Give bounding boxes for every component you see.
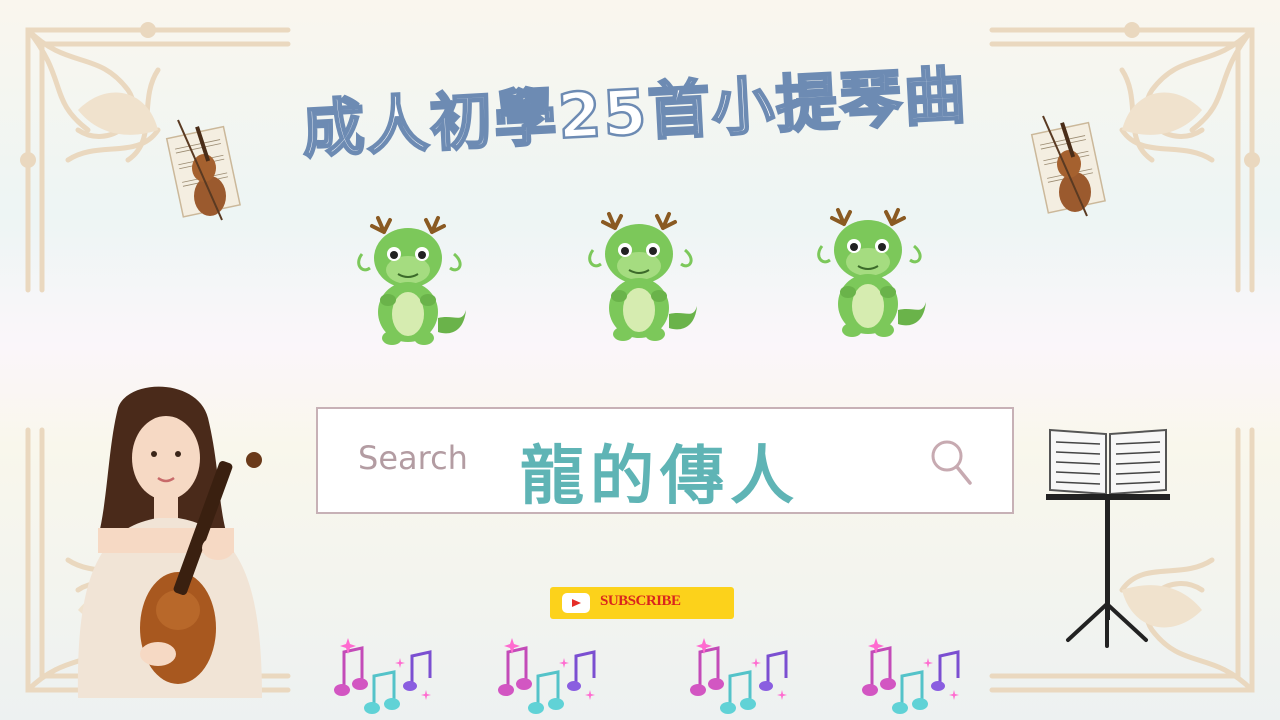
youtube-play-icon bbox=[562, 593, 590, 613]
violin-icon bbox=[1030, 115, 1106, 217]
search-placeholder: Search bbox=[358, 439, 468, 477]
search-icon[interactable] bbox=[930, 439, 974, 487]
music-notes-icon bbox=[498, 638, 596, 714]
search-bar[interactable]: Search 龍的傳人 bbox=[316, 407, 1014, 514]
music-notes-icon bbox=[334, 638, 432, 714]
subscribe-button[interactable]: SUBSCRIBE bbox=[550, 587, 734, 619]
dragon-icon bbox=[588, 212, 697, 341]
violinist-illustration bbox=[77, 386, 262, 698]
dragon-icon bbox=[817, 208, 926, 337]
subscribe-label: SUBSCRIBE bbox=[600, 593, 681, 609]
violin-icon bbox=[165, 119, 241, 221]
search-query: 龍的傳人 bbox=[520, 440, 800, 514]
corner-ornament-top-left bbox=[20, 22, 291, 293]
dragon-icon bbox=[357, 216, 466, 345]
music-notes-icon bbox=[862, 638, 960, 714]
page-title: 成人初學25首小提琴曲 bbox=[299, 57, 971, 167]
music-stand-icon bbox=[1046, 428, 1170, 648]
corner-ornament-top-right bbox=[989, 22, 1260, 293]
music-notes-icon bbox=[690, 638, 788, 714]
